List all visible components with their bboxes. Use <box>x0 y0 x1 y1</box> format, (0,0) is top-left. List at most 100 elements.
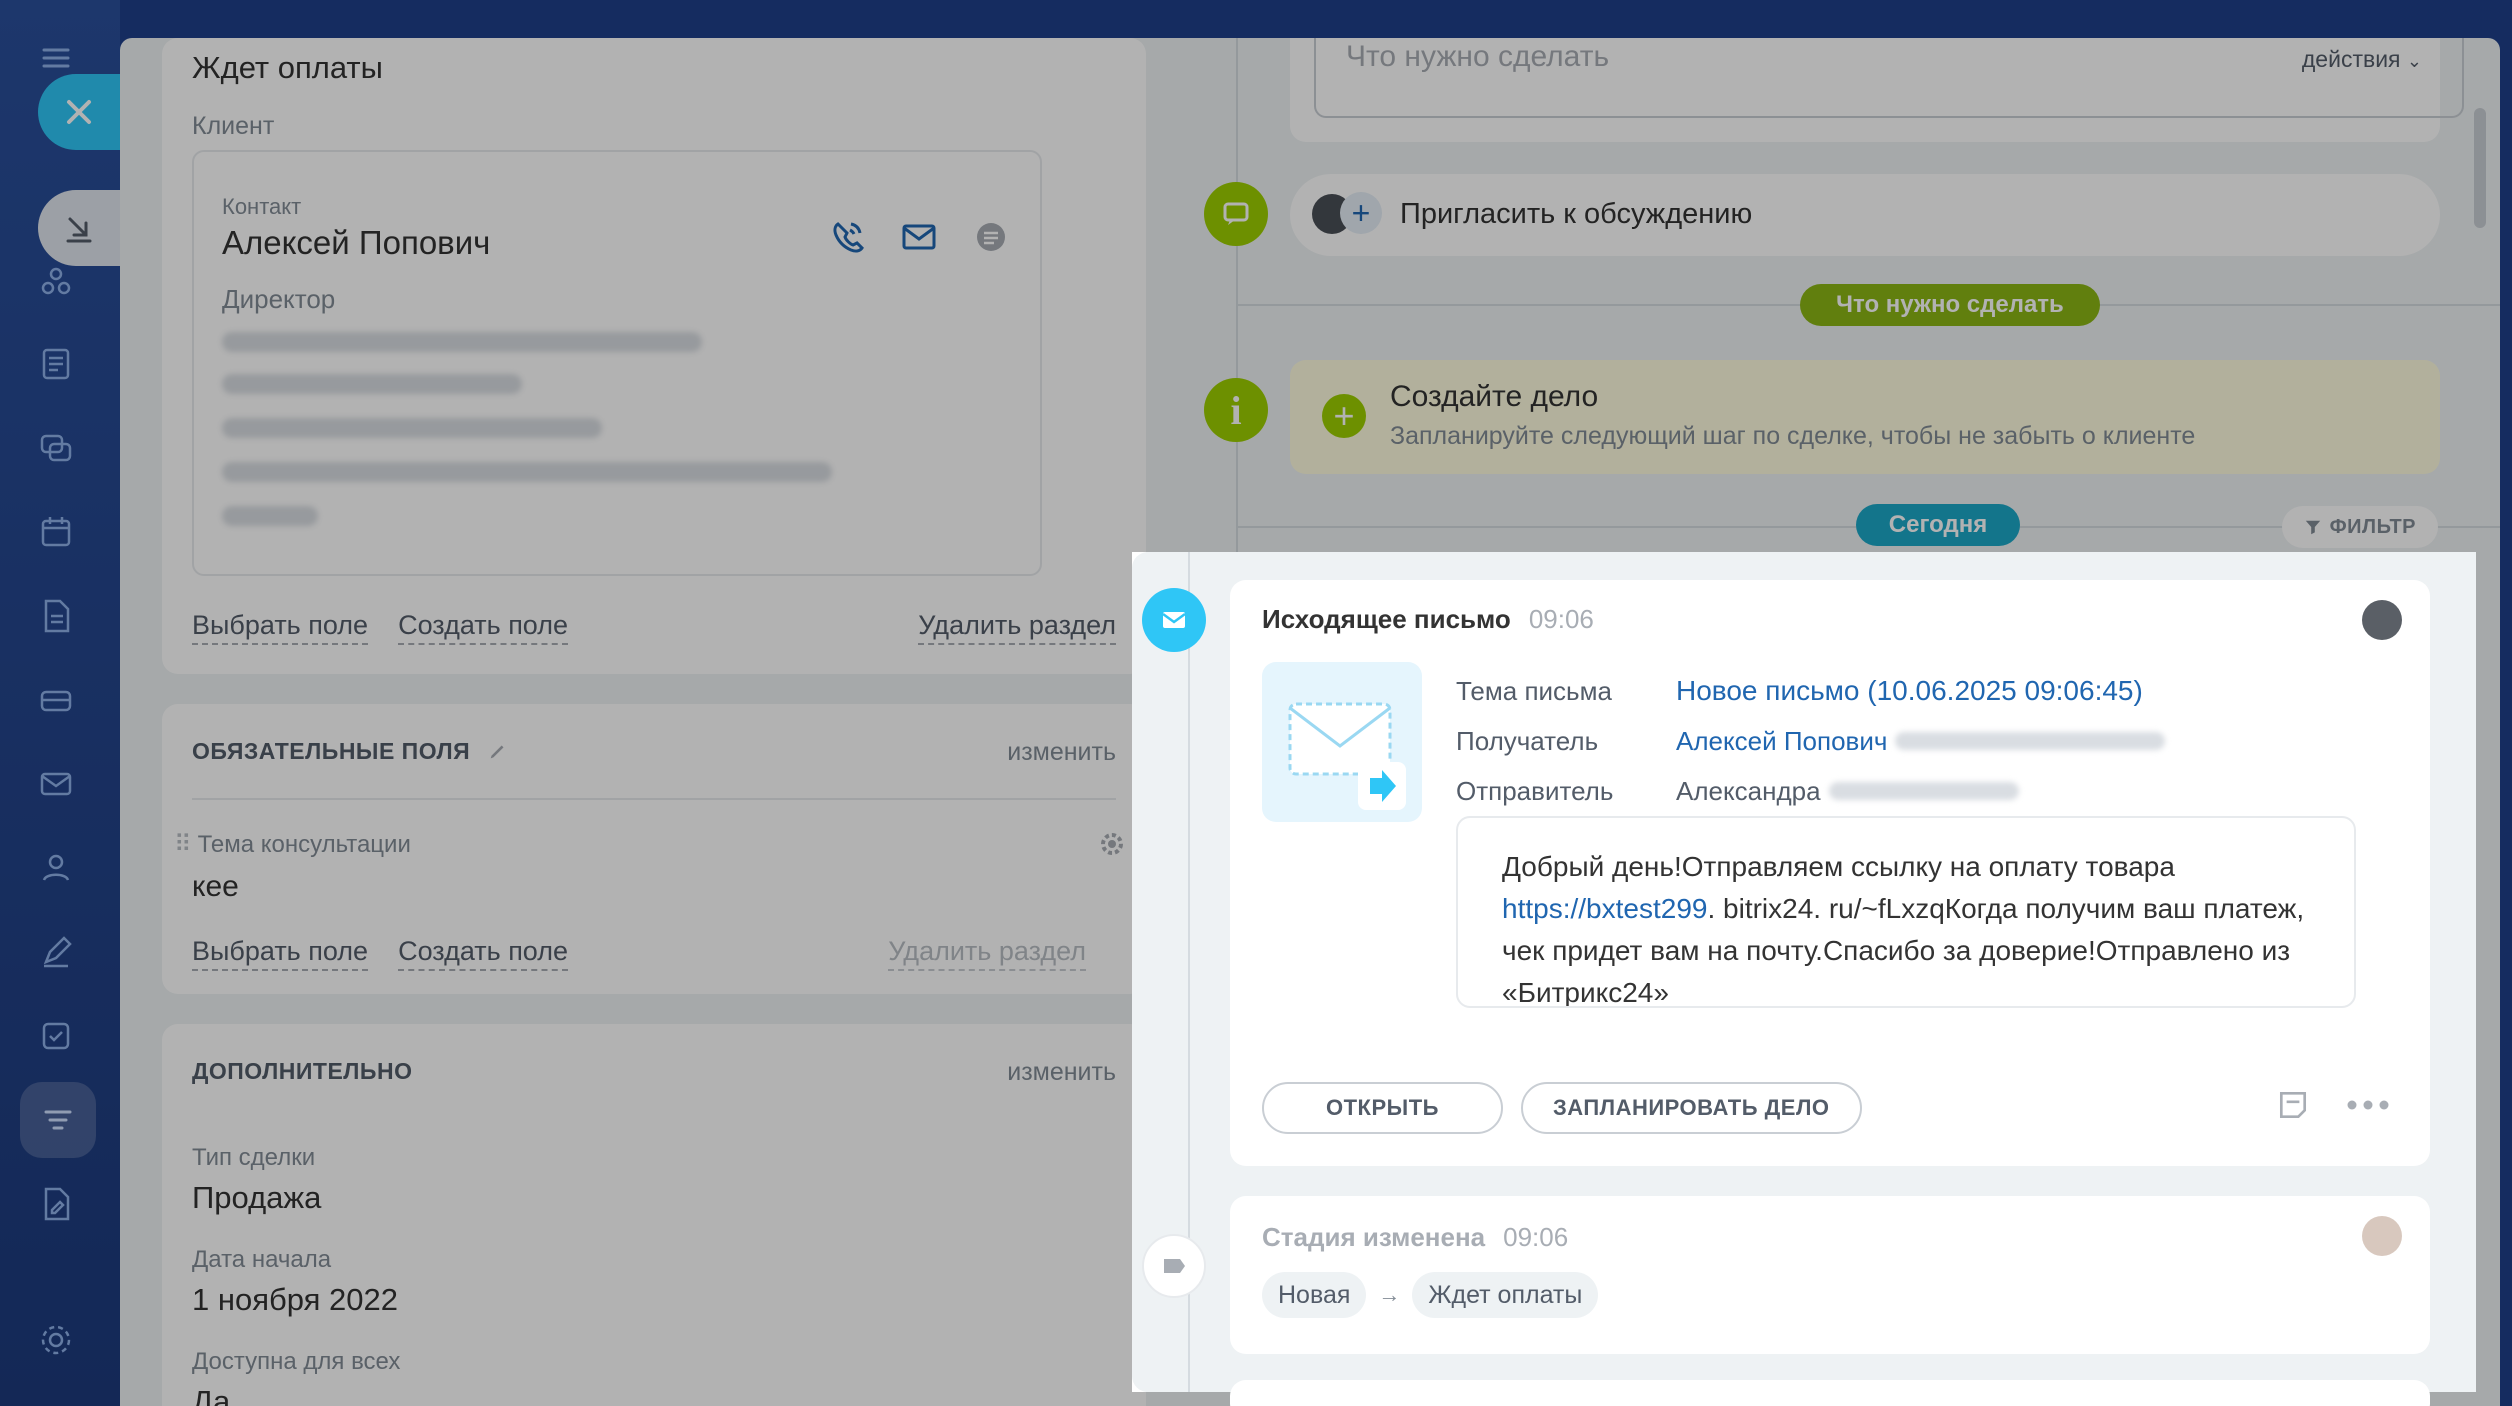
todo-editor: Что нужно сделать действия ⌄ <box>1290 38 2464 142</box>
open-button[interactable]: ОТКРЫТЬ <box>1262 1082 1503 1134</box>
create-field-link[interactable]: Создать поле <box>398 936 569 971</box>
deal-type-value: Продажа <box>192 1180 322 1215</box>
required-fields-edit-link[interactable]: изменить <box>1007 738 1116 767</box>
from-stage-chip: Новая <box>1262 1272 1367 1318</box>
recipient-label: Получатель <box>1456 725 1599 756</box>
available-for-all-label: Доступна для всех <box>192 1348 401 1375</box>
email-icon[interactable] <box>900 218 938 256</box>
message-icon[interactable] <box>972 218 1010 256</box>
tasks-icon[interactable] <box>34 1014 78 1058</box>
phone-icon[interactable] <box>828 218 866 256</box>
chat-icon[interactable] <box>34 426 78 470</box>
close-slider-button[interactable] <box>38 74 120 150</box>
deal-type-field[interactable]: Тип сделки Продажа <box>192 1144 321 1216</box>
flow-icon[interactable] <box>34 260 78 304</box>
start-date-field[interactable]: Дата начала 1 ноября 2022 <box>192 1246 398 1318</box>
start-date-value: 1 ноября 2022 <box>192 1282 399 1317</box>
chevron-down-icon: ⌄ <box>2406 51 2422 71</box>
drive-icon[interactable] <box>34 678 78 722</box>
minimize-slider-button[interactable] <box>38 190 120 266</box>
arrow-right-icon: → <box>1378 1282 1401 1307</box>
stage-title: Стадия изменена <box>1262 1222 1486 1252</box>
todo-pill: Что нужно сделать <box>1800 284 2100 326</box>
email-tools <box>2276 1088 2390 1122</box>
gear-icon[interactable] <box>1098 830 1126 858</box>
outgoing-email-item: Исходящее письмо 09:06 Тема письма Новое п… <box>1230 580 2430 1166</box>
client-section-actions: Выбрать поле Создать поле Удалить раздел <box>192 610 1116 645</box>
sender-row: Отправитель Александра <box>1456 766 2165 816</box>
more-icon[interactable] <box>2346 1099 2390 1111</box>
blurred-city <box>222 462 832 482</box>
available-for-all-field[interactable]: Доступна для всех Да <box>192 1348 400 1406</box>
schedule-activity-button[interactable]: ЗАПЛАНИРОВАТЬ ДЕЛО <box>1520 1082 1862 1134</box>
recipient-row: Получатель Алексей Попович <box>1456 716 2166 766</box>
email-subject-link[interactable]: Новое письмо (10.06.2025 09:06:45) <box>1676 675 2143 707</box>
blurred-phone-email <box>222 332 702 352</box>
email-actions: ОТКРЫТЬ ЗАПЛАНИРОВАТЬ ДЕЛО <box>1262 1082 1862 1134</box>
create-field-link[interactable]: Создать поле <box>398 610 569 645</box>
stage-tag-icon <box>1142 1234 1206 1298</box>
todo-actions-label: действия <box>2301 46 2401 72</box>
payment-link[interactable]: https://bxtest299 <box>1502 893 1707 924</box>
blurred-email <box>1895 732 2166 750</box>
filter-button[interactable]: ФИЛЬТР <box>2281 506 2438 548</box>
sender-value: Александра <box>1676 775 1821 806</box>
feed-icon[interactable] <box>34 342 78 386</box>
filter-icon <box>2305 520 2320 535</box>
delete-section-link[interactable]: Удалить раздел <box>888 936 1086 971</box>
contact-name[interactable]: Алексей Попович <box>222 224 490 262</box>
delete-section-link[interactable]: Удалить раздел <box>918 610 1116 645</box>
required-fields-card: ОБЯЗАТЕЛЬНЫЕ ПОЛЯ изменить ⠿ Тема консуль… <box>162 704 1146 994</box>
stage-transition: Новая → Ждет оплаты <box>1262 1272 1599 1318</box>
add-icon[interactable]: + <box>1322 394 1366 438</box>
contact-type-label: Контакт <box>222 194 302 219</box>
to-stage-chip: Ждет оплаты <box>1412 1272 1599 1318</box>
crm-funnel-icon[interactable] <box>20 1082 96 1158</box>
contact-box: Контакт Алексей Попович Директор <box>192 150 1042 576</box>
mail-icon[interactable] <box>34 762 78 806</box>
consultation-topic-label: ⠿ Тема консультации <box>174 830 411 859</box>
drag-handle-icon[interactable]: ⠿ <box>174 831 192 858</box>
edit-doc-icon[interactable] <box>34 1182 78 1226</box>
choose-field-link[interactable]: Выбрать поле <box>192 610 369 645</box>
todo-input[interactable]: Что нужно сделать действия ⌄ <box>1314 38 2464 118</box>
choose-field-link[interactable]: Выбрать поле <box>192 936 369 971</box>
consultation-topic-label-text: Тема консультации <box>197 831 411 858</box>
todo-actions-dropdown[interactable]: действия ⌄ <box>2302 46 2422 73</box>
calendar-icon[interactable] <box>34 510 78 554</box>
recipient-link[interactable]: Алексей Попович <box>1676 726 1887 757</box>
chat-bubble-icon <box>1204 182 1268 246</box>
sender-label: Отправитель <box>1456 775 1614 806</box>
contacts-icon[interactable] <box>34 846 78 890</box>
client-label: Клиент <box>192 112 275 140</box>
settings-icon[interactable] <box>34 1318 78 1362</box>
document-icon[interactable] <box>34 594 78 638</box>
blurred-street <box>222 418 602 438</box>
avatar[interactable] <box>2362 600 2402 640</box>
todo-placeholder: Что нужно сделать <box>1346 40 1610 73</box>
email-meta: Тема письма Новое письмо (10.06.2025 09:0… <box>1456 666 2166 816</box>
scrollbar[interactable] <box>2474 108 2486 228</box>
additional-edit-link[interactable]: изменить <box>1007 1058 1116 1087</box>
invite-to-discussion[interactable]: + Пригласить к обсуждению <box>1290 174 2440 256</box>
create-activity-title: Создайте дело <box>1390 380 1599 413</box>
consultation-topic-value[interactable]: кее <box>192 870 239 904</box>
pencil-icon[interactable] <box>487 740 509 762</box>
avatar[interactable] <box>2362 1216 2402 1256</box>
note-icon[interactable] <box>2276 1088 2310 1122</box>
close-icon <box>67 100 91 124</box>
email-header: Исходящее письмо 09:06 <box>1262 604 1594 635</box>
invite-label: Пригласить к обсуждению <box>1400 198 1753 230</box>
required-fields-title: ОБЯЗАТЕЛЬНЫЕ ПОЛЯ <box>192 738 509 765</box>
start-date-label: Дата начала <box>192 1246 332 1273</box>
plus-icon: + <box>1340 192 1382 234</box>
create-activity-card[interactable]: + Создайте дело Запланируйте следующий ш… <box>1290 360 2440 474</box>
stage-time: 09:06 <box>1503 1222 1569 1252</box>
required-fields-title-text: ОБЯЗАТЕЛЬНЫЕ ПОЛЯ <box>192 738 471 764</box>
subject-label: Тема письма <box>1456 675 1612 706</box>
stage-changed-item: Стадия изменена 09:06 Новая → Ждет оплаты <box>1230 1196 2430 1354</box>
collapse-icon <box>66 217 92 243</box>
available-for-all-value: Да <box>192 1384 231 1406</box>
sign-icon[interactable] <box>34 930 78 974</box>
email-body: Добрый день!Отправляем ссылку на оплату … <box>1456 816 2356 1008</box>
